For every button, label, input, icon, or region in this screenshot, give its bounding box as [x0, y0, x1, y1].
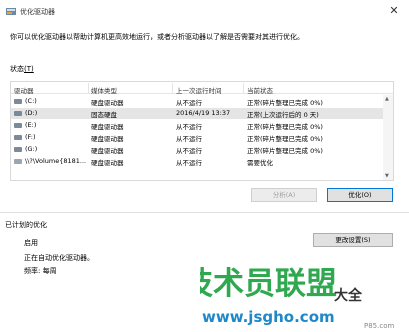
drive-icon [14, 123, 22, 128]
last-run: 从不运行 [176, 159, 202, 167]
status-label-text: 状态 [10, 65, 24, 73]
scroll-up-arrow-icon[interactable]: ▲ [385, 96, 389, 102]
table-row[interactable]: \\?\Volume{8181... 硬盘驱动器 从不运行 需要优化 [11, 156, 383, 167]
media-type: 硬盘驱动器 [91, 99, 124, 107]
table-row[interactable]: (D:) 固态硬盘 2016/4/19 13:37 正常(上次运行后的 0 天) [11, 108, 383, 119]
current-status: 正常(上次运行后的 0 天) [247, 111, 319, 119]
drive-name: (D:) [25, 109, 38, 117]
current-status: 需要优化 [247, 159, 273, 167]
drive-icon [14, 111, 22, 116]
drive-name: (C:) [25, 97, 37, 105]
analyze-button[interactable]: 分析(A) [251, 188, 317, 202]
title-bar: 优化驱动器 ✕ [0, 0, 409, 22]
column-header-drive[interactable]: 驱动器 [14, 85, 34, 95]
last-run: 从不运行 [176, 135, 202, 143]
window-title: 优化驱动器 [20, 8, 55, 16]
close-button[interactable]: ✕ [379, 0, 409, 22]
column-header-last-run[interactable]: 上一次运行时间 [176, 85, 222, 95]
drive-name: (G:) [25, 145, 38, 153]
change-settings-button[interactable]: 更改设置(S) [313, 233, 393, 247]
drive-icon [14, 135, 22, 140]
scroll-down-arrow-icon[interactable]: ▼ [385, 173, 389, 179]
column-separator[interactable] [172, 83, 173, 93]
schedule-state: 启用 [24, 239, 38, 247]
site-watermark-logo: 技术员联盟 大全 www.jsgho.com P85.com [200, 266, 394, 330]
current-status: 正常(碎片整理已完成 0%) [247, 99, 323, 107]
last-run: 2016/4/19 13:37 [176, 109, 231, 117]
watermark-brand-text: 技术员联盟 [200, 266, 337, 302]
watermark-extra2-text: P85.com [364, 322, 394, 330]
vertical-scrollbar[interactable]: ▲ ▼ [383, 95, 393, 180]
last-run: 从不运行 [176, 123, 202, 131]
schedule-frequency: 频率: 每周 [24, 267, 57, 275]
media-type: 硬盘驱动器 [91, 147, 124, 155]
column-header-status[interactable]: 当前状态 [247, 85, 273, 95]
optimize-button[interactable]: 优化(O) [327, 188, 393, 202]
watermark-url-text: www.jsgho.com [202, 308, 335, 326]
column-separator[interactable] [88, 83, 89, 93]
drive-name: \\?\Volume{8181... [25, 157, 87, 165]
last-run: 从不运行 [176, 147, 202, 155]
status-label-key: (T) [24, 65, 34, 73]
media-type: 硬盘驱动器 [91, 123, 124, 131]
drive-icon [14, 147, 22, 152]
table-row[interactable]: (E:) 硬盘驱动器 从不运行 正常(碎片整理已完成 0%) [11, 120, 383, 131]
current-status: 正常(碎片整理已完成 0%) [247, 135, 323, 143]
last-run: 从不运行 [176, 99, 202, 107]
table-row[interactable]: (F:) 硬盘驱动器 从不运行 正常(碎片整理已完成 0%) [11, 132, 383, 143]
watermark-extra-text: 大全 [334, 287, 363, 304]
table-row[interactable]: (G:) 硬盘驱动器 从不运行 正常(碎片整理已完成 0%) [11, 144, 383, 155]
drive-name: (E:) [25, 121, 37, 129]
schedule-auto-text: 正在自动优化驱动器。 [24, 254, 94, 262]
section-divider [0, 212, 409, 213]
column-separator[interactable] [243, 83, 244, 93]
table-row[interactable]: (C:) 硬盘驱动器 从不运行 正常(碎片整理已完成 0%) [11, 96, 383, 107]
defrag-app-icon [6, 8, 16, 15]
media-type: 固态硬盘 [91, 111, 117, 119]
drive-icon [14, 99, 22, 104]
drive-name: (F:) [25, 133, 36, 141]
media-type: 硬盘驱动器 [91, 159, 124, 167]
current-status: 正常(碎片整理已完成 0%) [247, 123, 323, 131]
network-drive-icon [14, 159, 22, 164]
description-text: 你可以优化驱动器以帮助计算机更高效地运行，或者分析驱动器以了解是否需要对其进行优… [10, 33, 304, 41]
column-header-row: 驱动器 媒体类型 上一次运行时间 当前状态 [11, 82, 393, 95]
drive-list[interactable]: 驱动器 媒体类型 上一次运行时间 当前状态 (C:) 硬盘驱动器 从不运行 正常… [10, 81, 394, 181]
scheduled-optimization-title: 已计划的优化 [5, 221, 47, 229]
current-status: 正常(碎片整理已完成 0%) [247, 147, 323, 155]
media-type: 硬盘驱动器 [91, 135, 124, 143]
column-header-media-type[interactable]: 媒体类型 [91, 85, 117, 95]
status-section-label: 状态(T) [10, 64, 34, 74]
